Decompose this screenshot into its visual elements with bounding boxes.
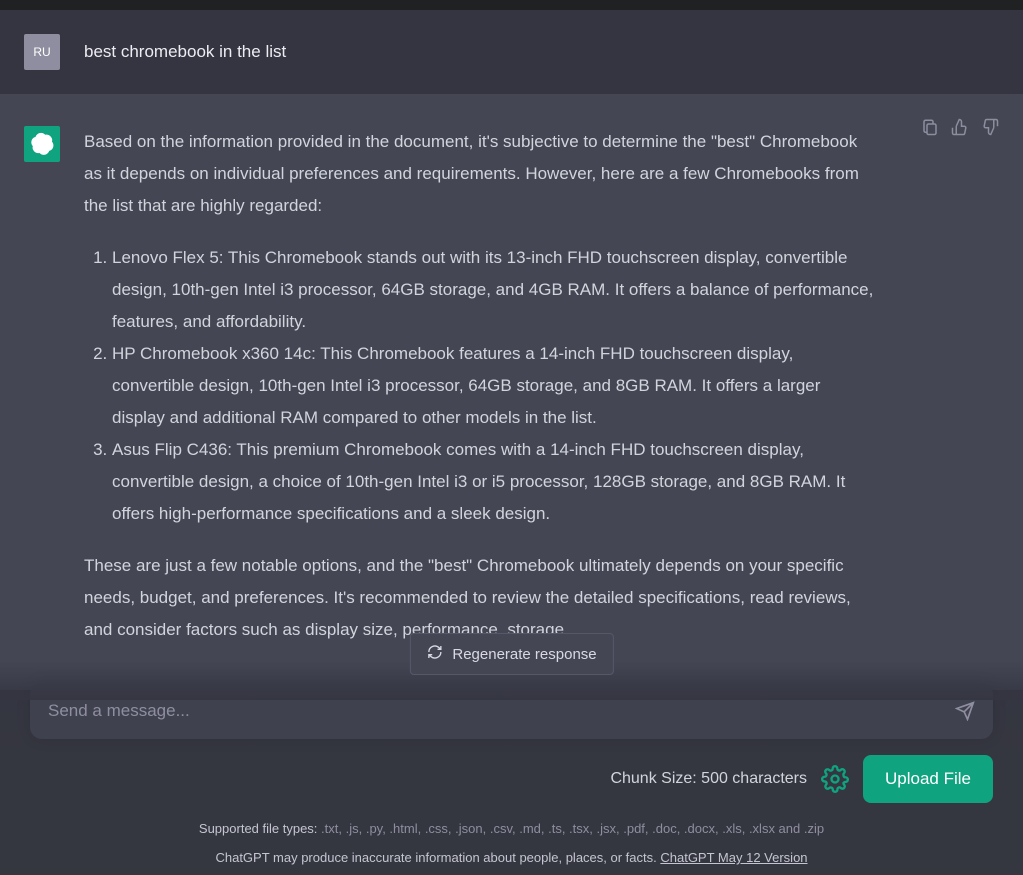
assistant-message-content: Based on the information provided in the…: [84, 126, 874, 666]
send-icon[interactable]: [955, 701, 975, 721]
user-message-text: best chromebook in the list: [84, 34, 286, 66]
assistant-list: Lenovo Flex 5: This Chromebook stands ou…: [112, 242, 874, 530]
assistant-intro: Based on the information provided in the…: [84, 126, 874, 222]
message-input[interactable]: [48, 701, 937, 721]
message-input-container[interactable]: [30, 683, 993, 739]
supported-types-list: .txt, .js, .py, .html, .css, .json, .csv…: [321, 821, 824, 836]
thumbs-down-icon[interactable]: [981, 118, 999, 136]
chunk-size-label: Chunk Size: 500 characters: [610, 770, 807, 788]
thumbs-up-icon[interactable]: [951, 118, 969, 136]
upload-row: Chunk Size: 500 characters Upload File: [30, 755, 993, 803]
assistant-outro: These are just a few notable options, an…: [84, 550, 874, 646]
refresh-icon: [426, 644, 442, 664]
user-avatar-initials: RU: [33, 45, 50, 59]
bottom-area: Chunk Size: 500 characters Upload File S…: [0, 683, 1023, 875]
version-link[interactable]: ChatGPT May 12 Version: [660, 850, 807, 865]
top-bar: [0, 0, 1023, 10]
disclaimer-text: ChatGPT may produce inaccurate informati…: [215, 850, 660, 865]
supported-label: Supported file types:: [199, 821, 321, 836]
user-message-row: RU best chromebook in the list: [0, 10, 1023, 94]
copy-icon[interactable]: [921, 118, 939, 136]
list-item: Lenovo Flex 5: This Chromebook stands ou…: [112, 242, 874, 338]
assistant-message-row: Based on the information provided in the…: [0, 94, 1023, 690]
upload-file-button[interactable]: Upload File: [863, 755, 993, 803]
assistant-avatar: [24, 126, 60, 162]
regenerate-label: Regenerate response: [452, 646, 596, 663]
list-item: Asus Flip C436: This premium Chromebook …: [112, 434, 874, 530]
list-item: HP Chromebook x360 14c: This Chromebook …: [112, 338, 874, 434]
supported-file-types: Supported file types: .txt, .js, .py, .h…: [30, 821, 993, 836]
regenerate-button[interactable]: Regenerate response: [409, 633, 613, 675]
gear-icon[interactable]: [821, 765, 849, 793]
user-avatar: RU: [24, 34, 60, 70]
disclaimer: ChatGPT may produce inaccurate informati…: [30, 850, 993, 865]
message-actions: [921, 118, 999, 136]
